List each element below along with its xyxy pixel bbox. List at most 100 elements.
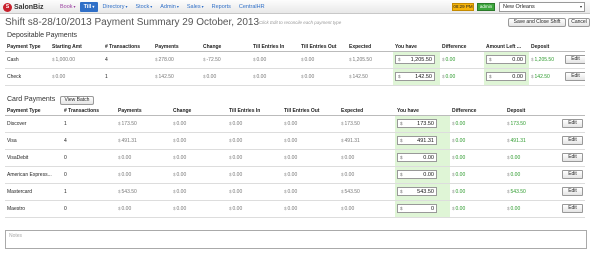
currency-symbol: $ [341, 171, 344, 177]
edit-button[interactable]: Edit [562, 119, 583, 128]
currency-symbol: $ [301, 73, 304, 79]
currency-symbol: $ [118, 120, 121, 126]
nav-admin-label: Admin [160, 4, 176, 10]
currency-symbol: $ [173, 154, 176, 160]
you-have-input[interactable]: $0 [397, 204, 437, 213]
chevron-down-icon: ▾ [73, 4, 76, 9]
table-row: VisaDebit 0 $0.00 $0.00 $0.00 $0.00 $0.00 $0.00… [5, 149, 585, 167]
deposit: $543.50 [505, 183, 560, 201]
depositable-payments-table: Payment Type Starting Amt # Transactions… [5, 43, 585, 86]
payments: $491.31 [116, 132, 171, 150]
nav-sales[interactable]: Sales▾ [183, 2, 208, 12]
currency-symbol: $ [507, 188, 510, 194]
currency-symbol: $ [452, 120, 455, 126]
you-have-input[interactable]: $1,205.50 [395, 55, 435, 64]
view-batch-button[interactable]: View Batch [60, 96, 94, 105]
value: 0.00 [304, 56, 315, 63]
currency-symbol: $ [253, 56, 256, 62]
input-value: 0.00 [512, 56, 523, 63]
value: 142.50 [352, 73, 368, 80]
currency-symbol: $ [284, 188, 287, 194]
page-hint: Click Edit to reconcile each payment typ… [259, 20, 342, 25]
currency-symbol: $ [155, 73, 158, 79]
value: 0.00 [232, 137, 243, 144]
edit-cell: Edit [560, 166, 585, 184]
currency-symbol: $ [284, 154, 287, 160]
deposit: $173.50 [505, 115, 560, 133]
you-have-input[interactable]: $0.00 [397, 153, 437, 162]
currency-symbol: $ [531, 73, 534, 79]
currency-symbol: $ [507, 171, 510, 177]
you-have-input[interactable]: $543.50 [397, 187, 437, 196]
edit-button[interactable]: Edit [565, 55, 585, 64]
you-have-input[interactable]: $0.00 [397, 170, 437, 179]
value: 0.00 [287, 120, 298, 127]
nav-sales-label: Sales [186, 4, 201, 10]
value: 1,205.50 [534, 56, 554, 63]
currency-symbol: $ [229, 154, 232, 160]
column-header: Till Entries Out [299, 43, 347, 52]
value: 491.31 [344, 137, 360, 144]
table-header-row: Payment Type # Transactions Payments Cha… [5, 107, 585, 116]
user-badge[interactable]: admin [477, 3, 495, 11]
nav-centralhr[interactable]: CentralHR [235, 2, 269, 12]
value: 0.00 [232, 205, 243, 212]
till-entries-in: $0.00 [251, 51, 299, 69]
difference: $0.00 [450, 200, 505, 218]
currency-symbol: $ [229, 137, 232, 143]
difference: $0.00 [450, 132, 505, 150]
currency-symbol: $ [284, 171, 287, 177]
you-have-input[interactable]: $142.50 [395, 72, 435, 81]
currency-symbol: $ [173, 188, 176, 194]
value: -72.50 [206, 56, 221, 63]
deposit: $0.00 [505, 149, 560, 167]
currency-symbol: $ [349, 56, 352, 62]
value: 0.00 [256, 56, 267, 63]
cancel-button[interactable]: Cancel [568, 18, 590, 27]
value: 0.00 [121, 171, 132, 178]
payments: $543.50 [116, 183, 171, 201]
notes-field[interactable]: Notes [5, 230, 587, 249]
till-entries-in: $0.00 [227, 149, 282, 167]
edit-button[interactable]: Edit [565, 72, 585, 81]
table-row: Cash $1,000.00 4 $278.00 $-72.50 $0.00 $… [5, 51, 585, 69]
transactions: 0 [62, 200, 116, 218]
till-entries-in: $0.00 [227, 166, 282, 184]
nav-stock[interactable]: Stock▾ [131, 2, 156, 12]
edit-button[interactable]: Edit [562, 204, 583, 213]
edit-button[interactable]: Edit [562, 136, 583, 145]
nav-book[interactable]: Book▾ [56, 2, 80, 12]
location-select[interactable]: New Orleans ▾ [499, 2, 585, 12]
you-have-input[interactable]: $491.31 [397, 136, 437, 145]
input-value: 173.50 [417, 120, 434, 127]
deposit: $1,205.50 [529, 51, 563, 69]
value: 1,205.50 [352, 56, 372, 63]
you-have-input[interactable]: $173.50 [397, 119, 437, 128]
nav-reports[interactable]: Reports [208, 2, 235, 12]
currency-symbol: $ [452, 205, 455, 211]
amount-left-input[interactable]: $0.00 [486, 72, 526, 81]
currency-symbol: $ [173, 137, 176, 143]
currency-symbol: $ [507, 137, 510, 143]
nav-till[interactable]: Till▾ [79, 2, 99, 12]
nav-directory[interactable]: Directory▾ [98, 2, 131, 12]
app-logo[interactable]: S SalonBiz [3, 2, 44, 12]
change: $0.00 [171, 200, 227, 218]
column-header: Deposit [505, 107, 560, 116]
payments: $0.00 [116, 149, 171, 167]
currency-symbol: $ [341, 188, 344, 194]
expected: $0.00 [339, 149, 395, 167]
value: 0.00 [121, 205, 132, 212]
amount-left-input[interactable]: $0.00 [486, 55, 526, 64]
column-header: Difference [450, 107, 505, 116]
save-and-close-shift-button[interactable]: Save and Close Shift [508, 18, 566, 27]
edit-button[interactable]: Edit [562, 187, 583, 196]
value: 0.00 [176, 205, 187, 212]
nav-directory-label: Directory [102, 4, 125, 10]
column-header: # Transactions [62, 107, 116, 116]
column-header: Till Entries Out [282, 107, 339, 116]
difference: $0.00 [450, 166, 505, 184]
nav-admin[interactable]: Admin▾ [156, 2, 183, 12]
edit-button[interactable]: Edit [562, 170, 583, 179]
edit-button[interactable]: Edit [562, 153, 583, 162]
